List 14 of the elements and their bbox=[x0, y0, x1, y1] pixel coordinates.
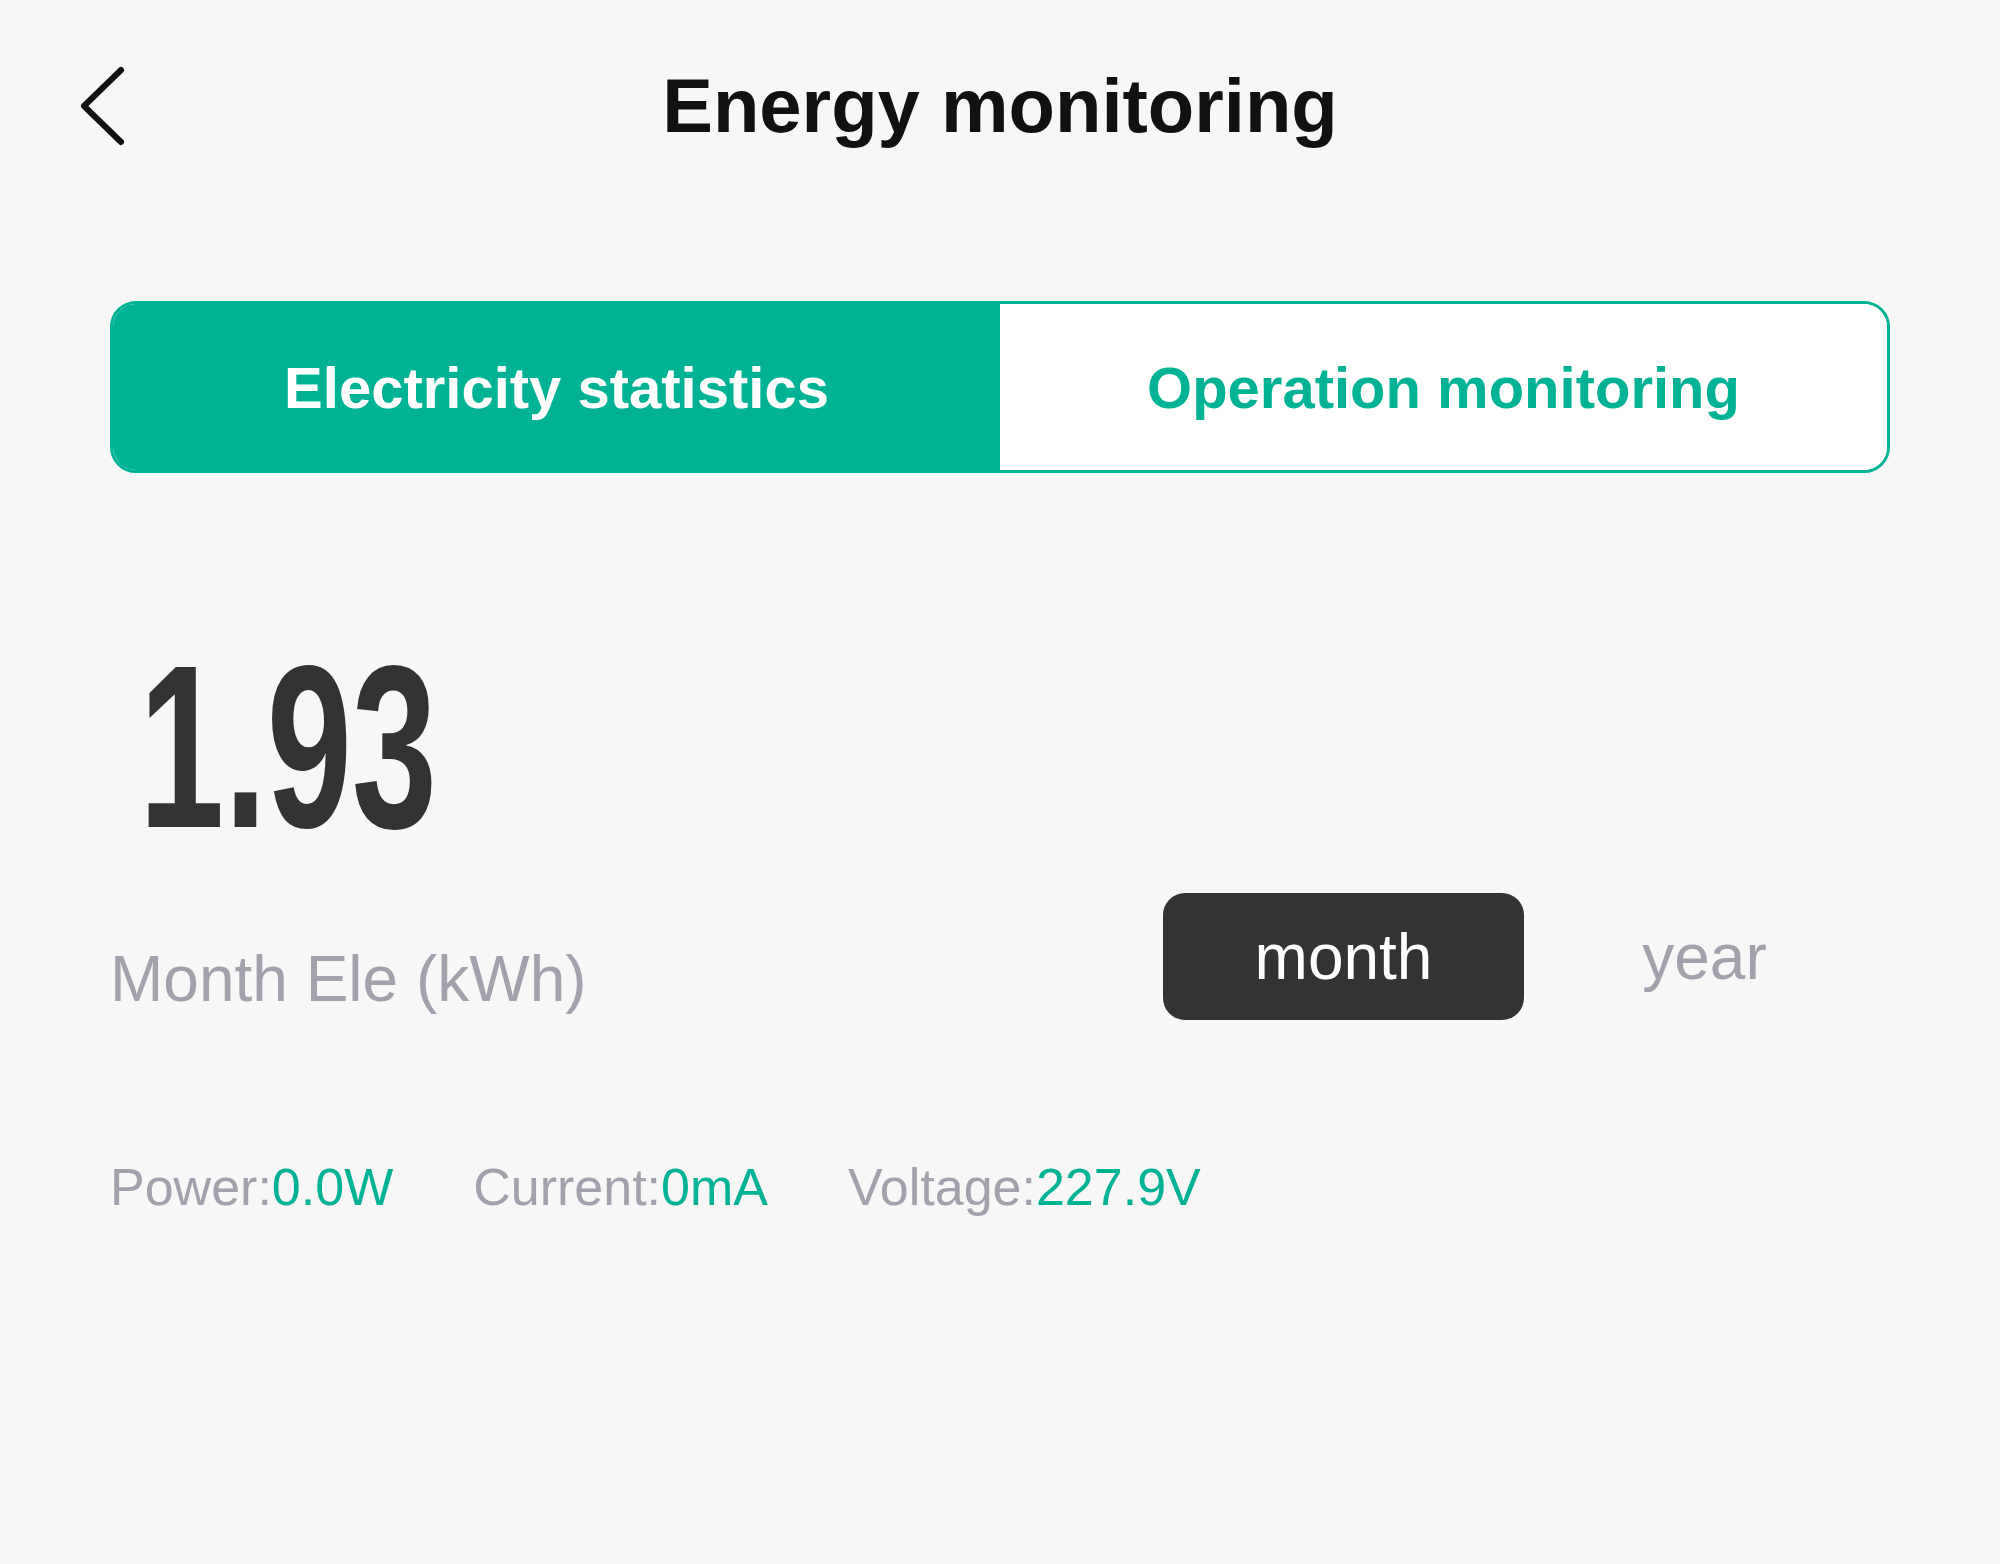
tab[interactable]: Electricity statistics bbox=[113, 304, 1000, 470]
period-button[interactable]: month bbox=[1163, 893, 1524, 1020]
back-button[interactable] bbox=[79, 66, 125, 146]
period-button[interactable]: year bbox=[1524, 893, 1885, 1020]
reading-label: Voltage: bbox=[848, 1157, 1036, 1218]
energy-value: 1.93 bbox=[139, 631, 437, 863]
page-title: Energy monitoring bbox=[662, 64, 1338, 148]
reading-label: Power: bbox=[110, 1157, 272, 1218]
reading-label: Current: bbox=[473, 1157, 662, 1218]
reading-value: 227.9V bbox=[1035, 1157, 1201, 1218]
chevron-left-icon bbox=[79, 66, 125, 146]
reading-value: 0mA bbox=[661, 1157, 768, 1218]
reading-value: 0.0W bbox=[271, 1157, 394, 1218]
energy-label: Month Ele (kWh) bbox=[110, 942, 587, 1018]
